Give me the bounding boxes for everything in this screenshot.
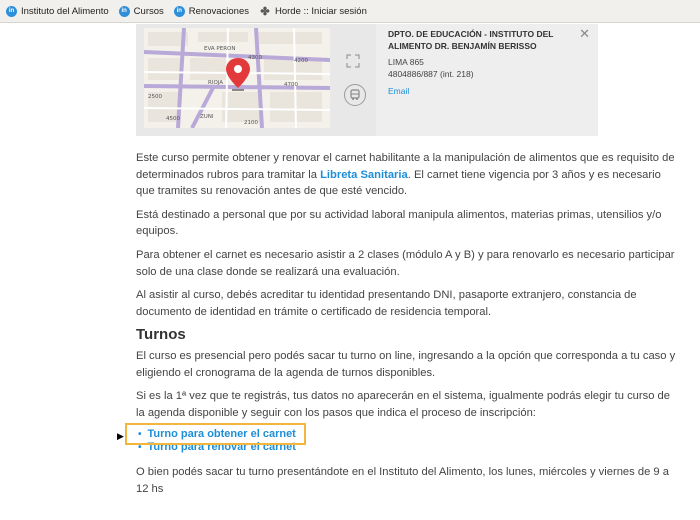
location-title: DPTO. DE EDUCACIÓN - INSTITUTO DEL ALIME… [388, 29, 554, 51]
street-label: 2500 [148, 94, 162, 100]
course-description: Este curso permite obtener y renovar el … [117, 150, 680, 505]
horde-logo-icon: ✤ [260, 5, 270, 18]
location-address: LIMA 865 4804886/887 (int. 218) [388, 56, 474, 80]
map-graphic: EVA PERON RIOJA 4300 4400 4200 4700 4500… [144, 28, 330, 128]
bookmark-label: Renovaciones [188, 5, 249, 17]
paragraph-requirements: Para obtener el carnet es necesario asis… [136, 248, 675, 278]
street-label: 4700 [284, 82, 298, 88]
phone-line: 4804886/887 (int. 218) [388, 69, 474, 79]
pointer-arrow-icon: ▶ [117, 431, 124, 442]
bookmark-instituto[interactable]: in Instituto del Alimento [6, 5, 109, 17]
bookmark-label: Horde :: Iniciar sesión [274, 5, 367, 17]
site-favicon-icon: in [118, 5, 130, 17]
street-label: 4300 [248, 55, 262, 61]
bookmark-horde[interactable]: ✤ Horde :: Iniciar sesión [259, 5, 367, 18]
expand-icon[interactable] [346, 54, 360, 68]
bus-icon[interactable] [344, 84, 366, 106]
paragraph-online: El curso es presencial pero podés sacar … [136, 349, 676, 379]
libreta-sanitaria-link[interactable]: Libreta Sanitaria [320, 169, 408, 181]
bookmark-label: Cursos [133, 5, 164, 17]
email-link[interactable]: Email [388, 86, 409, 96]
street-label: RIOJA [208, 80, 223, 86]
bookmark-cursos[interactable]: in Cursos [118, 5, 164, 17]
section-heading-turnos: Turnos [136, 326, 186, 344]
paragraph-identity: Al asistir al curso, debés acreditar tu … [136, 289, 637, 318]
paragraph-first-time: Si es la 1ª vez que te registrás, tus da… [136, 390, 670, 419]
street-label: EVA PERON [204, 46, 235, 52]
location-info-panel: DPTO. DE EDUCACIÓN - INSTITUTO DEL ALIME… [376, 24, 598, 136]
street-label: 4200 [294, 58, 308, 64]
paragraph-audience: Está destinado a personal que por su act… [136, 208, 662, 238]
street-label: ZUNI [200, 114, 214, 120]
map-controls [336, 24, 376, 136]
bookmark-renovaciones[interactable]: in Renovaciones [173, 5, 249, 17]
bookmark-label: Instituto del Alimento [21, 5, 109, 17]
paragraph-in-person: O bien podés sacar tu turno presentándot… [136, 466, 669, 495]
bookmarks-bar: in Instituto del Alimento in Cursos in R… [0, 0, 700, 23]
street-map[interactable]: EVA PERON RIOJA 4300 4400 4200 4700 4500… [144, 28, 330, 128]
turno-links: ▶ • Turno para obtener el carnet • Turno… [117, 423, 680, 454]
site-favicon-icon: in [173, 5, 185, 17]
site-favicon-icon: in [6, 5, 17, 17]
close-icon[interactable]: ✕ [579, 26, 590, 42]
address-line: LIMA 865 [388, 57, 424, 67]
location-map-card: EVA PERON RIOJA 4300 4400 4200 4700 4500… [136, 24, 598, 136]
street-label: 2100 [244, 120, 258, 126]
link-highlight-box [125, 423, 306, 446]
paragraph-intro: Este curso permite obtener y renovar el … [136, 150, 680, 200]
street-label: 4500 [166, 116, 180, 122]
